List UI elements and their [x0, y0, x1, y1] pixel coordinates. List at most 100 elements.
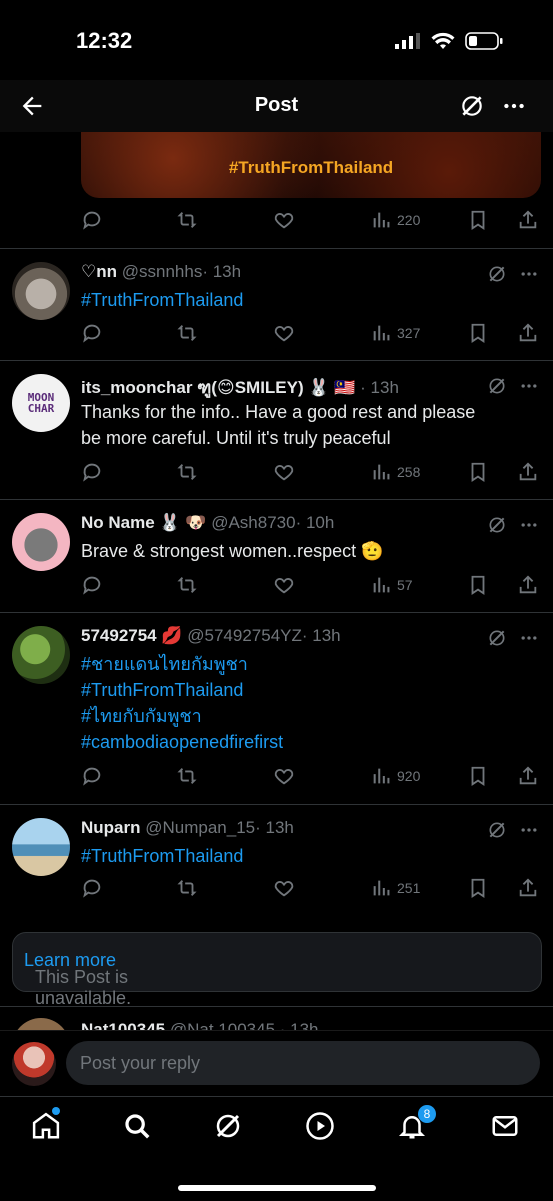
status-bar: 12:32	[0, 0, 553, 80]
home-icon[interactable]	[31, 1111, 61, 1141]
hashtag-link[interactable]: #TruthFromThailand	[81, 843, 531, 869]
reply-icon	[83, 324, 101, 343]
avatar[interactable]: MOON CHAR	[12, 374, 70, 432]
reply-action[interactable]	[81, 764, 103, 788]
author-name[interactable]: ♡nn	[81, 262, 117, 281]
share-icon	[519, 210, 537, 229]
home-indicator	[178, 1185, 376, 1191]
more-icon[interactable]	[519, 376, 539, 396]
share-action[interactable]	[517, 460, 539, 484]
author-handle[interactable]: @57492754YZ	[187, 626, 302, 645]
more-icon[interactable]	[519, 515, 539, 535]
grok-icon[interactable]	[487, 264, 507, 284]
author-name[interactable]: its_moonchar ฑู(😊SMILEY) 🐰 🇲🇾	[81, 378, 355, 397]
like-action[interactable]	[273, 876, 295, 900]
author-name[interactable]: Nuparn	[81, 818, 141, 837]
grok-icon[interactable]	[459, 93, 485, 119]
post-text: #ชายแดนไทยกัมพูชา #TruthFromThailand #ไทยก…	[81, 651, 531, 755]
reply-icon	[83, 211, 101, 230]
like-action[interactable]	[273, 764, 295, 788]
avatar[interactable]	[12, 262, 70, 320]
more-icon[interactable]	[519, 264, 539, 284]
grok-tab-icon[interactable]	[213, 1111, 243, 1141]
views-action[interactable]: 220	[371, 208, 420, 232]
author-handle[interactable]: @Ash8730	[211, 513, 295, 532]
views-count: 220	[397, 212, 421, 228]
search-icon[interactable]	[122, 1111, 152, 1141]
avatar[interactable]	[12, 818, 70, 876]
hashtag-link[interactable]: #ชายแดนไทยกัมพูชา	[81, 651, 531, 677]
views-action[interactable]: 251	[371, 876, 420, 900]
share-icon	[519, 323, 537, 342]
like-action[interactable]	[273, 573, 295, 597]
bookmark-icon	[471, 323, 485, 343]
reply-input[interactable]	[66, 1041, 540, 1085]
repost-action[interactable]	[176, 460, 198, 484]
reply-action[interactable]	[81, 321, 103, 345]
repost-icon	[177, 880, 197, 896]
divider	[0, 360, 553, 361]
avatar[interactable]	[12, 1018, 70, 1030]
bookmark-action[interactable]	[467, 573, 489, 597]
like-action[interactable]	[273, 321, 295, 345]
user-avatar[interactable]	[12, 1042, 56, 1086]
reply-action[interactable]	[81, 573, 103, 597]
hashtag-link[interactable]: #cambodiaopenedfirefirst	[81, 729, 531, 755]
partial-post[interactable]: Nat100345 @Nat 100345 · 13h	[0, 1018, 553, 1030]
signal-icon	[395, 33, 420, 49]
heart-icon	[274, 465, 294, 481]
views-action[interactable]: 327	[371, 321, 420, 345]
like-action[interactable]	[273, 460, 295, 484]
post-time: · 10h	[295, 513, 335, 532]
author-handle[interactable]: @Nat 100345	[170, 1020, 275, 1030]
views-action[interactable]: 258	[371, 460, 420, 484]
post-actions: 220	[81, 208, 541, 232]
hashtag-link[interactable]: #TruthFromThailand	[81, 287, 531, 313]
post-text: Brave & strongest women..respect 🫡	[81, 538, 531, 564]
messages-icon[interactable]	[490, 1111, 520, 1141]
grok-icon[interactable]	[487, 376, 507, 396]
grok-icon[interactable]	[487, 515, 507, 535]
video-icon[interactable]	[305, 1111, 335, 1141]
author-handle[interactable]: @ssnnhhs	[122, 262, 203, 281]
repost-action[interactable]	[176, 321, 198, 345]
author-name[interactable]: 57492754 💋	[81, 626, 183, 645]
more-icon[interactable]	[501, 93, 527, 119]
author-name[interactable]: Nat100345	[81, 1020, 165, 1030]
repost-action[interactable]	[176, 876, 198, 900]
more-icon[interactable]	[519, 628, 539, 648]
more-icon[interactable]	[519, 820, 539, 840]
reply-icon	[83, 576, 101, 595]
reply-action[interactable]	[81, 876, 103, 900]
bookmark-action[interactable]	[467, 208, 489, 232]
repost-action[interactable]	[176, 573, 198, 597]
share-action[interactable]	[517, 208, 539, 232]
share-icon	[519, 575, 537, 594]
share-action[interactable]	[517, 573, 539, 597]
grok-icon[interactable]	[487, 820, 507, 840]
avatar[interactable]	[12, 626, 70, 684]
bookmark-action[interactable]	[467, 764, 489, 788]
share-action[interactable]	[517, 321, 539, 345]
repost-action[interactable]	[176, 208, 198, 232]
notifications-badge: 8	[418, 1105, 436, 1123]
avatar[interactable]	[12, 513, 70, 571]
repost-action[interactable]	[176, 764, 198, 788]
reply-action[interactable]	[81, 208, 103, 232]
bookmark-action[interactable]	[467, 876, 489, 900]
reply-action[interactable]	[81, 460, 103, 484]
author-name[interactable]: No Name 🐰 🐶	[81, 513, 206, 532]
bookmark-action[interactable]	[467, 460, 489, 484]
post-media-image[interactable]: #TruthFromThailand	[81, 132, 541, 198]
share-icon	[519, 878, 537, 897]
views-action[interactable]: 920	[371, 764, 420, 788]
views-action[interactable]: 57	[371, 573, 413, 597]
grok-icon[interactable]	[487, 628, 507, 648]
hashtag-link[interactable]: #ไทยกับกัมพูชา	[81, 703, 531, 729]
like-action[interactable]	[273, 208, 295, 232]
hashtag-link[interactable]: #TruthFromThailand	[81, 677, 531, 703]
author-handle[interactable]: @Numpan_15	[145, 818, 255, 837]
bookmark-action[interactable]	[467, 321, 489, 345]
share-action[interactable]	[517, 764, 539, 788]
share-action[interactable]	[517, 876, 539, 900]
